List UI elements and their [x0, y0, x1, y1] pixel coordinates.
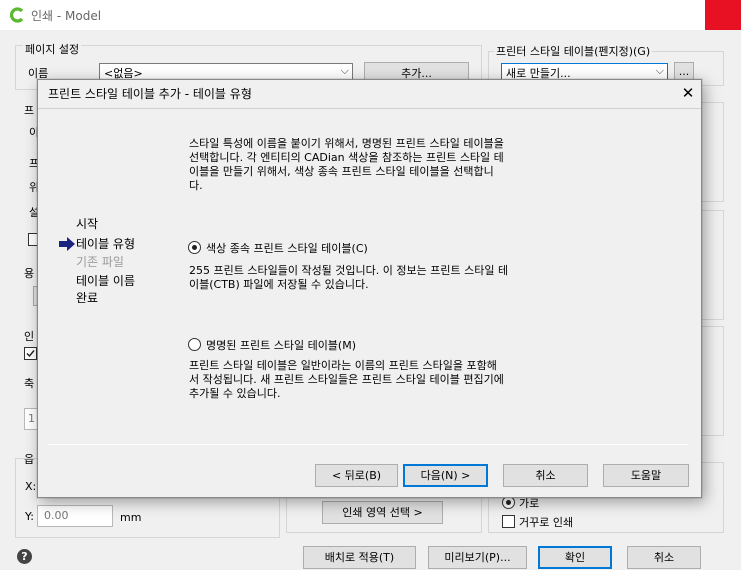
- ok-button[interactable]: 확인: [538, 546, 612, 569]
- color-dependent-description: 255 프린트 스타일들이 작성될 것입니다. 이 정보는 프린트 스타일 테 …: [189, 264, 509, 291]
- add-plot-style-table-dialog: 프린트 스타일 테이블 추가 - 테이블 유형 ✕ 시작 테이블 유형 기존 파…: [37, 79, 702, 498]
- step-existing-file: 기존 파일: [76, 255, 124, 269]
- plot-style-table-label: 프린터 스타일 테이블(펜지정)(G): [494, 43, 653, 59]
- step-table-name: 테이블 이름: [76, 274, 136, 288]
- back-button[interactable]: < 뒤로(B): [315, 464, 398, 487]
- partial-label: 축: [24, 377, 35, 390]
- partial-label: 용: [24, 267, 35, 280]
- preview-button[interactable]: 미리보기(P)...: [428, 546, 527, 569]
- named-label[interactable]: 명명된 프린트 스타일 테이블(M): [206, 337, 356, 353]
- dialog-description: 스타일 특성에 이름을 붙이기 위해서, 명명된 프린트 스타일 테이블을 선택…: [189, 137, 504, 192]
- title-divider: [38, 108, 701, 109]
- y-offset-input[interactable]: 0.00: [37, 505, 113, 527]
- partial-label: 프: [24, 104, 35, 117]
- window-title: 인쇄 - Model: [31, 9, 102, 23]
- button-separator: [48, 444, 688, 445]
- step-finish: 완료: [76, 291, 99, 305]
- partial-checkbox-checked[interactable]: [24, 347, 37, 360]
- select-plot-area-button[interactable]: 인쇄 영역 선택 >: [322, 501, 443, 524]
- title-bar: 인쇄 - Model: [0, 0, 741, 30]
- next-button[interactable]: 다음(N) >: [403, 464, 488, 487]
- partial-group: [702, 210, 724, 320]
- partial-group: [702, 102, 724, 202]
- dialog-title: 프린트 스타일 테이블 추가 - 테이블 유형: [48, 87, 252, 101]
- help-icon[interactable]: ?: [17, 549, 32, 564]
- step-start: 시작: [76, 217, 99, 231]
- page-setup-label: 페이지 설정: [23, 41, 82, 57]
- window-close-button[interactable]: [705, 0, 741, 30]
- upside-down-checkbox[interactable]: [502, 515, 515, 528]
- chevron-down-icon: ⌵: [340, 64, 349, 77]
- step-table-type: 테이블 유형: [76, 237, 136, 251]
- partial-input[interactable]: 1: [24, 408, 38, 430]
- dialog-help-button[interactable]: 도움말: [603, 464, 689, 487]
- named-radio[interactable]: [188, 338, 201, 351]
- named-description: 프린트 스타일 테이블은 일반이라는 이름의 프린트 스타일을 포함해 서 작성…: [189, 359, 504, 400]
- chevron-down-icon: ⌵: [655, 64, 664, 77]
- current-step-arrow-icon: [59, 237, 75, 251]
- color-dependent-radio[interactable]: [188, 241, 201, 254]
- close-icon[interactable]: ✕: [678, 82, 698, 104]
- x-label: X:: [25, 480, 37, 493]
- check-icon: [26, 350, 35, 358]
- partial-group: [702, 326, 724, 436]
- y-label: Y:: [25, 510, 34, 523]
- dialog-cancel-button[interactable]: 취소: [503, 464, 588, 487]
- apply-to-layout-button[interactable]: 배치로 적용(T): [303, 546, 416, 569]
- cadian-logo-icon: [10, 7, 24, 23]
- partial-label: 인: [24, 330, 35, 343]
- mm-label: mm: [120, 511, 142, 524]
- upside-down-label: 거꾸로 인쇄: [519, 516, 574, 529]
- color-dependent-label[interactable]: 색상 종속 프린트 스타일 테이블(C): [206, 240, 368, 256]
- cancel-button[interactable]: 취소: [627, 546, 701, 569]
